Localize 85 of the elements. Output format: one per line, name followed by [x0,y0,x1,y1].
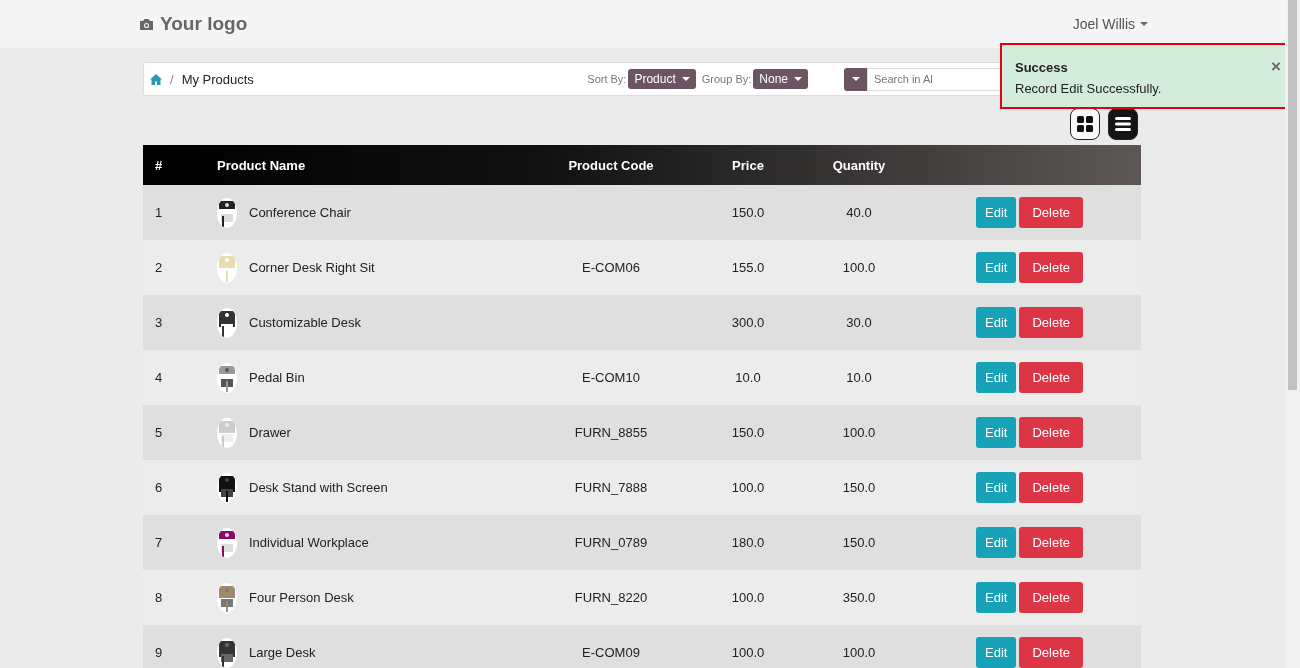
product-name: Four Person Desk [249,590,354,605]
quantity: 350.0 [842,590,876,605]
list-icon [1115,117,1131,131]
product-code: E-COM10 [582,370,640,385]
edit-button[interactable]: Edit [976,362,1017,393]
quantity: 150.0 [842,535,876,550]
group-label: Group By: [701,73,752,85]
product-code: E-COM09 [582,645,640,660]
product-name: Pedal Bin [249,370,305,385]
product-name: Conference Chair [249,205,351,220]
breadcrumb-current: My Products [181,71,254,87]
row-number: 8 [155,590,163,605]
camera-icon [138,17,154,31]
delete-button[interactable]: Delete [1019,197,1083,228]
product-name: Corner Desk Right Sit [249,260,375,275]
row-number: 4 [155,370,163,385]
quantity: 150.0 [842,480,876,495]
price: 150.0 [731,205,765,220]
quantity: 10.0 [846,370,872,385]
price: 300.0 [731,315,765,330]
product-name: Customizable Desk [249,315,361,330]
product-code: FURN_8220 [574,590,648,605]
edit-button[interactable]: Edit [976,417,1017,448]
product-name: Desk Stand with Screen [249,480,388,495]
column-header: Quantity [832,157,886,173]
quantity: 100.0 [842,425,876,440]
scrollbar[interactable] [1285,0,1300,668]
sort-dropdown[interactable]: Product [628,69,696,89]
row-number: 2 [155,260,163,275]
quantity: 40.0 [846,205,872,220]
delete-button[interactable]: Delete [1019,582,1083,613]
edit-button[interactable]: Edit [976,472,1017,503]
column-header: Price [732,157,764,173]
price: 180.0 [731,535,765,550]
price: 100.0 [731,480,765,495]
column-header: # [155,157,163,173]
quantity: 100.0 [842,260,876,275]
toast-message: Record Edit Successfully. [1015,81,1163,96]
product-name: Drawer [249,425,291,440]
product-code: E-COM06 [582,260,640,275]
edit-button[interactable]: Edit [976,197,1017,228]
group-dropdown[interactable]: None [753,69,808,89]
home-icon[interactable] [150,73,162,85]
row-number: 6 [155,480,163,495]
row-number: 9 [155,645,163,660]
delete-button[interactable]: Delete [1019,362,1083,393]
price: 155.0 [731,260,765,275]
price: 150.0 [731,425,765,440]
grid-view-button[interactable] [1070,108,1100,140]
search-filter-dropdown[interactable] [844,67,867,91]
user-menu[interactable]: Joel Willis [1072,16,1148,32]
edit-button[interactable]: Edit [976,637,1017,668]
delete-button[interactable]: Delete [1019,472,1083,503]
logo-text[interactable]: Your logo [160,13,248,35]
product-name: Large Desk [249,645,316,660]
price: 10.0 [735,370,761,385]
product-code: FURN_7888 [574,480,648,495]
edit-button[interactable]: Edit [976,527,1017,558]
breadcrumb-separator: / [170,71,174,87]
column-header: Product Name [217,157,306,173]
row-number: 1 [155,205,163,220]
delete-button[interactable]: Delete [1019,417,1083,448]
delete-button[interactable]: Delete [1019,527,1083,558]
row-number: 5 [155,425,163,440]
edit-button[interactable]: Edit [976,582,1017,613]
product-code: FURN_0789 [574,535,648,550]
delete-button[interactable]: Delete [1019,307,1083,338]
delete-button[interactable]: Delete [1019,252,1083,283]
row-number: 7 [155,535,163,550]
quantity: 100.0 [842,645,876,660]
edit-button[interactable]: Edit [976,307,1017,338]
row-number: 3 [155,315,163,330]
list-view-button[interactable] [1108,108,1138,140]
edit-button[interactable]: Edit [976,252,1017,283]
quantity: 30.0 [846,315,872,330]
price: 100.0 [731,590,765,605]
close-button[interactable]: × [1271,57,1281,77]
grid-icon [1077,116,1093,132]
column-header: Product Code [568,157,654,173]
sort-label: Sort By: [587,73,627,85]
toast-title: Success [1015,60,1069,75]
product-code: FURN_8855 [574,425,648,440]
product-name: Individual Workplace [249,535,369,550]
delete-button[interactable]: Delete [1019,637,1083,668]
price: 100.0 [731,645,765,660]
